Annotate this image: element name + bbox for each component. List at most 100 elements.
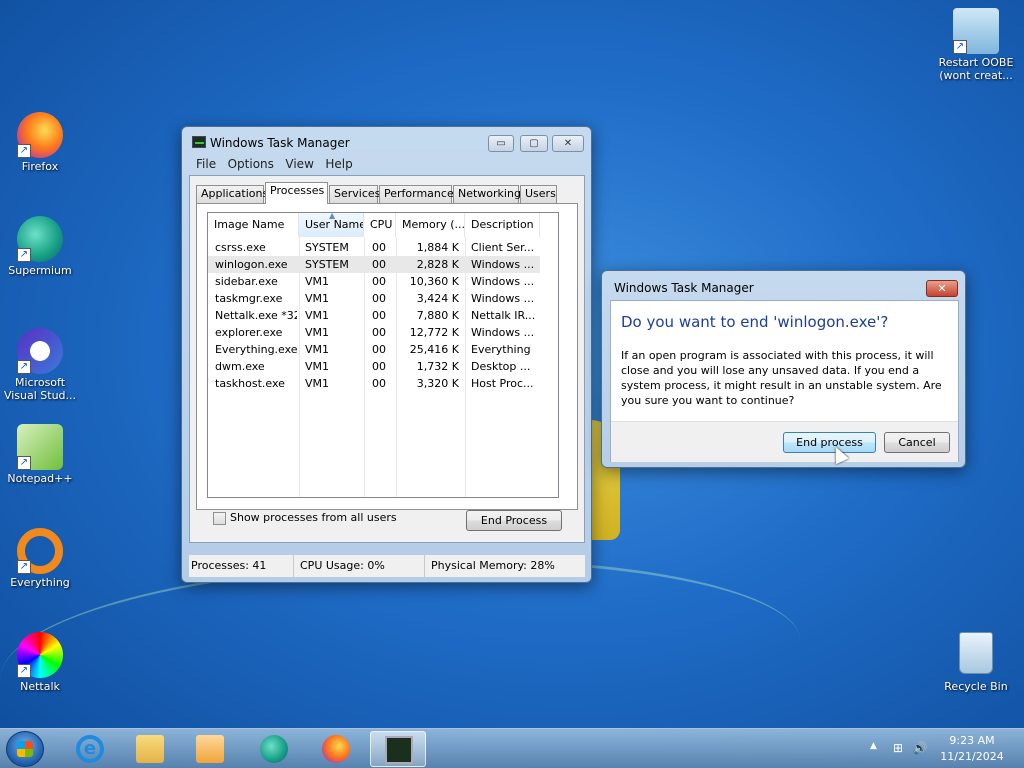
close-button[interactable]: ✕ [552,135,584,152]
cell-user-name: VM1 [305,377,330,390]
visual-studio-icon: ↗ [17,328,63,374]
desktop-icon-firefox[interactable]: ↗ Firefox [0,112,80,173]
table-row[interactable]: csrss.exe SYSTEM 00 1,884 K Client Ser..… [208,239,540,256]
cell-description: Nettalk IR... [471,309,536,322]
column-description[interactable]: Description [465,213,540,237]
desktop-icon-label: Recycle Bin [944,680,1008,693]
desktop-icon-everything[interactable]: ↗ Everything [0,528,80,589]
desktop-icon-label: Firefox [21,160,59,173]
cell-image-name: Nettalk.exe *32 [215,309,297,322]
taskbar: e ▲ ⊞ 🔊 9:23 AM 11/21/2024 [0,728,1024,768]
tab-processes[interactable]: Processes [265,182,328,204]
desktop-icon-notepad-plus-plus[interactable]: ↗ Notepad++ [0,424,80,485]
dialog-message: If an open program is associated with th… [621,349,942,407]
cell-image-name: taskmgr.exe [215,292,283,305]
cell-memory: 7,880 K [416,309,459,322]
menu-view[interactable]: View [285,154,313,174]
column-image-name[interactable]: Image Name [208,213,299,237]
table-row[interactable]: explorer.exe VM1 00 12,772 K Windows ... [208,324,540,341]
show-all-users-label: Show processes from all users [230,511,397,524]
cell-memory: 3,320 K [416,377,459,390]
table-row[interactable]: sidebar.exe VM1 00 10,360 K Windows ... [208,273,540,290]
table-row[interactable]: Everything.exe VM1 00 25,416 K Everythin… [208,341,540,358]
shortcut-arrow-icon: ↗ [17,560,31,574]
cell-memory: 10,360 K [409,275,459,288]
cell-image-name: dwm.exe [215,360,265,373]
cell-cpu: 00 [372,275,386,288]
cell-description: Windows ... [471,292,535,305]
start-button[interactable] [6,731,44,767]
minimize-button[interactable]: ▭ [488,135,514,152]
taskbar-internet-explorer[interactable]: e [62,731,118,767]
desktop-icon-visual-studio[interactable]: ↗ Microsoft Visual Stud... [0,328,80,402]
cell-cpu: 00 [372,258,386,271]
status-cpu-usage: CPU Usage: 0% [293,555,424,577]
tab-users[interactable]: Users [520,185,557,203]
cell-memory: 2,828 K [416,258,459,271]
clock-date: 11/21/2024 [940,750,1004,763]
taskbar-media-player[interactable] [182,731,238,767]
menu-file[interactable]: File [196,154,216,174]
menu-help[interactable]: Help [325,154,352,174]
nettalk-icon: ↗ [17,632,63,678]
cell-description: Windows ... [471,326,535,339]
shortcut-arrow-icon: ↗ [953,40,967,54]
show-hidden-icons-icon[interactable]: ▲ [870,741,877,751]
table-row[interactable]: Nettalk.exe *32 VM1 00 7,880 K Nettalk I… [208,307,540,324]
tab-services[interactable]: Services [329,185,380,203]
supermium-icon [260,735,288,763]
cell-description: Desktop ... [471,360,531,373]
volume-icon[interactable]: 🔊 [912,741,928,755]
desktop-icon-restart-oobe[interactable]: ↗ Restart OOBE (wont creat... [934,8,1018,82]
network-icon[interactable]: ⊞ [890,741,906,755]
desktop-icon-label: Nettalk [20,680,60,693]
dialog-button-bar: End process Cancel [611,421,958,462]
column-cpu[interactable]: CPU [364,213,396,237]
desktop-icon-nettalk[interactable]: ↗ Nettalk [0,632,80,693]
cell-cpu: 00 [372,292,386,305]
task-manager-client: Applications Processes Services Performa… [189,175,585,543]
cell-description: Windows ... [471,275,535,288]
cell-image-name: csrss.exe [215,241,266,254]
taskbar-firefox[interactable] [308,731,364,767]
taskbar-file-explorer[interactable] [122,731,178,767]
cell-cpu: 00 [372,326,386,339]
recycle-bin-body [959,632,993,674]
maximize-button[interactable]: ▢ [520,135,548,152]
table-row[interactable]: dwm.exe VM1 00 1,732 K Desktop ... [208,358,540,375]
desktop-icon-recycle-bin[interactable]: Recycle Bin [934,632,1018,693]
cell-image-name: sidebar.exe [215,275,278,288]
table-row[interactable]: taskhost.exe VM1 00 3,320 K Host Proc... [208,375,540,392]
title-bar[interactable]: Windows Task Manager ▭ ▢ ✕ [182,127,591,153]
menu-options[interactable]: Options [228,154,274,174]
process-list[interactable]: Image Name ▲ User Name CPU Memory (... D… [207,212,559,498]
column-memory[interactable]: Memory (... [396,213,465,237]
task-manager-window: Windows Task Manager ▭ ▢ ✕ File Options … [181,126,592,583]
firefox-icon [322,735,350,763]
taskbar-supermium[interactable] [246,731,302,767]
end-process-button[interactable]: End Process [466,510,562,531]
column-user-name[interactable]: ▲ User Name [299,213,364,237]
cell-description: Host Proc... [471,377,534,390]
restart-oobe-icon: ↗ [953,8,999,54]
cell-user-name: SYSTEM [305,258,349,271]
task-manager-icon [192,136,206,148]
cell-cpu: 00 [372,343,386,356]
tab-networking[interactable]: Networking [453,185,521,203]
dialog-close-button[interactable]: ✕ [926,280,958,297]
tab-performance[interactable]: Performance [379,185,454,203]
cell-description: Everything [471,343,531,356]
cancel-button[interactable]: Cancel [884,432,950,453]
system-clock[interactable]: 9:23 AM 11/21/2024 [936,733,1008,765]
desktop-icon-supermium[interactable]: ↗ Supermium [0,216,80,277]
menu-bar: File Options View Help [188,154,585,174]
table-row-selected[interactable]: winlogon.exe SYSTEM 00 2,828 K Windows .… [208,256,540,273]
window-title: Windows Task Manager [210,136,350,150]
desktop-icon-label: Supermium [8,264,72,277]
tab-applications[interactable]: Applications [196,185,268,203]
taskbar-task-manager[interactable] [370,731,426,767]
cell-user-name: VM1 [305,292,330,305]
table-row[interactable]: taskmgr.exe VM1 00 3,424 K Windows ... [208,290,540,307]
status-physical-memory: Physical Memory: 28% [424,555,584,577]
show-all-users-checkbox[interactable] [213,512,226,525]
